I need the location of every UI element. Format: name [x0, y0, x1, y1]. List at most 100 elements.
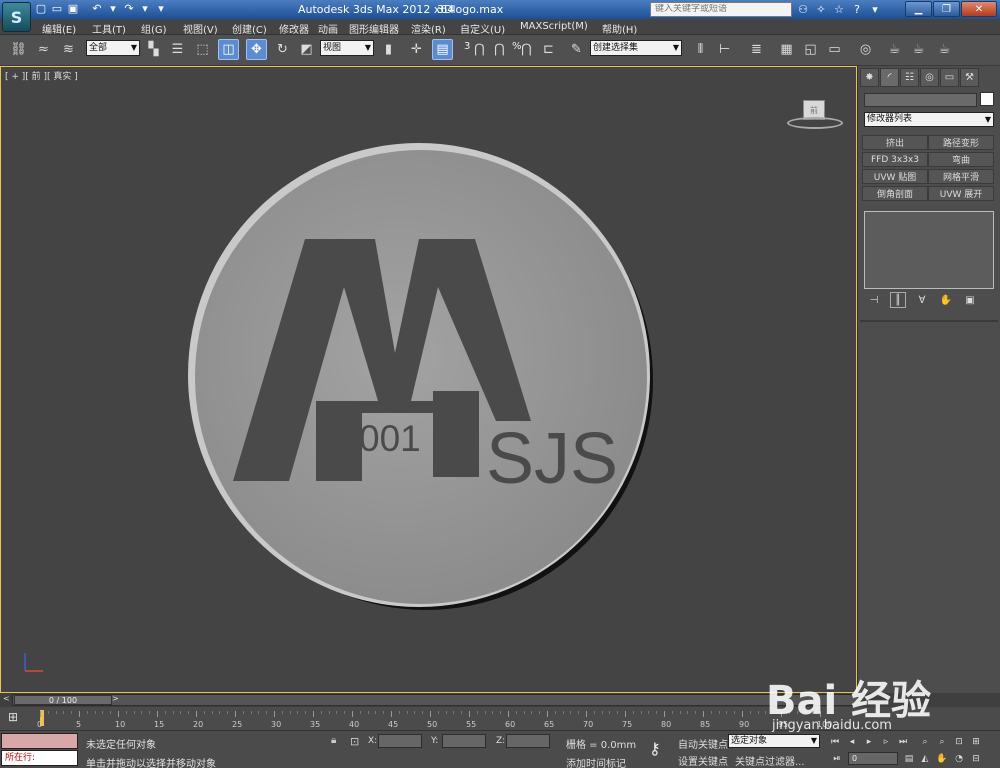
show-end-result-icon[interactable]: ║: [890, 292, 906, 308]
modifier-list-dropdown[interactable]: 修改器列表 ▼: [864, 112, 994, 127]
add-time-tag[interactable]: 添加时间标记: [566, 755, 626, 768]
unlink-icon[interactable]: ≈: [33, 39, 54, 60]
remove-modifier-icon[interactable]: ✋: [938, 292, 954, 308]
spinner-snap-icon[interactable]: ⊏: [538, 39, 559, 60]
time-slider-track[interactable]: 0 / 100: [12, 694, 858, 706]
bevel-profile-button[interactable]: 倒角剖面: [862, 186, 928, 201]
curve-editor-icon[interactable]: ◱: [800, 39, 821, 60]
time-slider-thumb[interactable]: 0 / 100: [14, 695, 112, 705]
menu-rendering[interactable]: 渲染(R): [411, 21, 446, 36]
graphite-toolbox-icon[interactable]: ▦: [776, 39, 797, 60]
make-unique-icon[interactable]: ∀: [914, 292, 930, 308]
minimize-button[interactable]: ▁: [905, 1, 932, 17]
field-of-view-icon[interactable]: ◭: [918, 752, 932, 765]
modifier-stack[interactable]: [864, 211, 994, 289]
lock-selection-icon[interactable]: 🔒︎: [331, 735, 336, 746]
create-tab-icon[interactable]: ✸: [860, 68, 879, 87]
meshsmooth-button[interactable]: 网格平滑: [928, 169, 994, 184]
render-setup-icon[interactable]: ☕: [884, 39, 905, 60]
search-box[interactable]: [650, 2, 792, 17]
key-selection-dropdown[interactable]: 选定对象 ▼: [728, 734, 820, 748]
maximize-viewport-icon[interactable]: ⊟: [969, 752, 983, 765]
bind-space-warp-icon[interactable]: ≋: [58, 39, 79, 60]
front-viewport[interactable]: [ + ][ 前 ][ 真实 ] 前 001 SJS: [0, 66, 857, 693]
mini-curve-editor-icon[interactable]: ⊞: [8, 710, 18, 724]
frame-ruler[interactable]: 0 5 10 15 20 25 30 35 40 45 50 55 60 65 70 75 80 85 90 95 10…: [37, 709, 832, 729]
modify-tab-icon[interactable]: ◜: [880, 68, 899, 87]
maxscript-listener-input[interactable]: [1, 733, 78, 749]
display-tab-icon[interactable]: ▭: [940, 68, 959, 87]
restore-button[interactable]: ❐: [933, 1, 960, 17]
object-name-field[interactable]: [864, 93, 977, 107]
star-icon[interactable]: ☆: [832, 2, 846, 16]
zoom-all-icon[interactable]: ⌕: [935, 735, 949, 748]
unwrap-uvw-button[interactable]: UVW 展开: [928, 186, 994, 201]
go-to-start-icon[interactable]: ⏮: [828, 735, 842, 748]
application-button[interactable]: S: [2, 2, 31, 32]
menu-animation[interactable]: 动画: [318, 21, 338, 36]
redo-icon[interactable]: ↷: [122, 1, 136, 16]
menu-maxscript[interactable]: MAXScript(M): [520, 21, 588, 32]
percent-snap-icon[interactable]: ⋂: [516, 39, 537, 60]
menu-help[interactable]: 帮助(H): [602, 21, 637, 36]
rectangular-selection-icon[interactable]: ⬚: [192, 39, 213, 60]
zoom-extents-all-icon[interactable]: ⊞: [969, 735, 983, 748]
menu-views[interactable]: 视图(V): [183, 21, 218, 36]
snap-toggle-icon[interactable]: ⋂: [469, 39, 490, 60]
track-bar[interactable]: ⊞ 0 5 10 15 20 25 30 35 40 45 50 55 60 65 70 75 80 85 90 95…: [0, 707, 1000, 731]
y-coordinate-field[interactable]: [442, 734, 486, 748]
reference-coordinate-dropdown[interactable]: 视图 ▼: [320, 40, 374, 56]
set-key-button[interactable]: 设置关键点: [678, 753, 728, 768]
edit-named-selection-icon[interactable]: ✎: [566, 39, 587, 60]
selection-filter-dropdown[interactable]: 全部 ▼: [86, 40, 140, 56]
menu-customize[interactable]: 自定义(U): [460, 21, 505, 36]
uvw-map-button[interactable]: UVW 贴图: [862, 169, 928, 184]
select-and-rotate-icon[interactable]: ↻: [272, 39, 293, 60]
prev-frame-icon[interactable]: <: [3, 694, 10, 703]
mirror-icon[interactable]: ⫴: [690, 39, 711, 60]
menu-group[interactable]: 组(G): [141, 21, 167, 36]
align-icon[interactable]: ⊢: [714, 39, 735, 60]
undo-dropdown-icon[interactable]: ▾: [106, 1, 120, 16]
undo-icon[interactable]: ↶: [90, 1, 104, 16]
rendered-frame-icon[interactable]: ☕: [908, 39, 929, 60]
binoculars-icon[interactable]: ⚇: [796, 2, 810, 16]
material-editor-icon[interactable]: ◎: [855, 39, 876, 60]
menu-create[interactable]: 创建(C): [232, 21, 267, 36]
auto-key-button[interactable]: 自动关键点: [678, 736, 728, 751]
angle-snap-icon[interactable]: ⋂: [489, 39, 510, 60]
menu-graph-editors[interactable]: 图形编辑器: [349, 21, 399, 36]
utilities-tab-icon[interactable]: ⚒: [960, 68, 979, 87]
key-icon[interactable]: ⚷: [649, 739, 661, 758]
previous-frame-icon[interactable]: ◂: [845, 735, 859, 748]
link-icon[interactable]: ⛓: [8, 39, 29, 60]
next-frame-icon[interactable]: >: [112, 694, 119, 703]
play-icon[interactable]: ▸: [862, 735, 876, 748]
pin-stack-icon[interactable]: ⊣: [866, 292, 882, 308]
motion-tab-icon[interactable]: ◎: [920, 68, 939, 87]
menu-modifiers[interactable]: 修改器: [279, 21, 309, 36]
bend-button[interactable]: 弯曲: [928, 152, 994, 167]
zoom-extents-icon[interactable]: ⊡: [952, 735, 966, 748]
hierarchy-tab-icon[interactable]: ☷: [900, 68, 919, 87]
ffd-button[interactable]: FFD 3x3x3: [862, 152, 928, 167]
layer-manager-icon[interactable]: ≣: [746, 39, 767, 60]
new-file-icon[interactable]: ▢: [34, 1, 48, 16]
current-frame-field[interactable]: 0: [848, 752, 898, 765]
extrude-button[interactable]: 挤出: [862, 135, 928, 150]
x-coordinate-field[interactable]: [378, 734, 422, 748]
path-deform-button[interactable]: 路径变形: [928, 135, 994, 150]
maxscript-line[interactable]: 所在行:: [1, 750, 78, 766]
pivot-center-icon[interactable]: ▮: [378, 39, 399, 60]
window-crossing-icon[interactable]: ◫: [218, 39, 239, 60]
help-dropdown-icon[interactable]: ▾: [868, 2, 882, 16]
menu-edit[interactable]: 编辑(E): [42, 21, 76, 36]
named-selection-dropdown[interactable]: 创建选择集 ▼: [590, 40, 682, 56]
select-by-name-icon[interactable]: ☰: [167, 39, 188, 60]
select-and-move-icon[interactable]: ✥: [246, 39, 267, 60]
key-filters-button[interactable]: 关键点过滤器...: [735, 753, 805, 768]
customize-quick-access-icon[interactable]: ▾: [154, 1, 168, 16]
time-configuration-icon[interactable]: ▤: [902, 752, 916, 765]
z-coordinate-field[interactable]: [506, 734, 550, 748]
go-to-end-icon[interactable]: ⏭: [896, 735, 910, 748]
